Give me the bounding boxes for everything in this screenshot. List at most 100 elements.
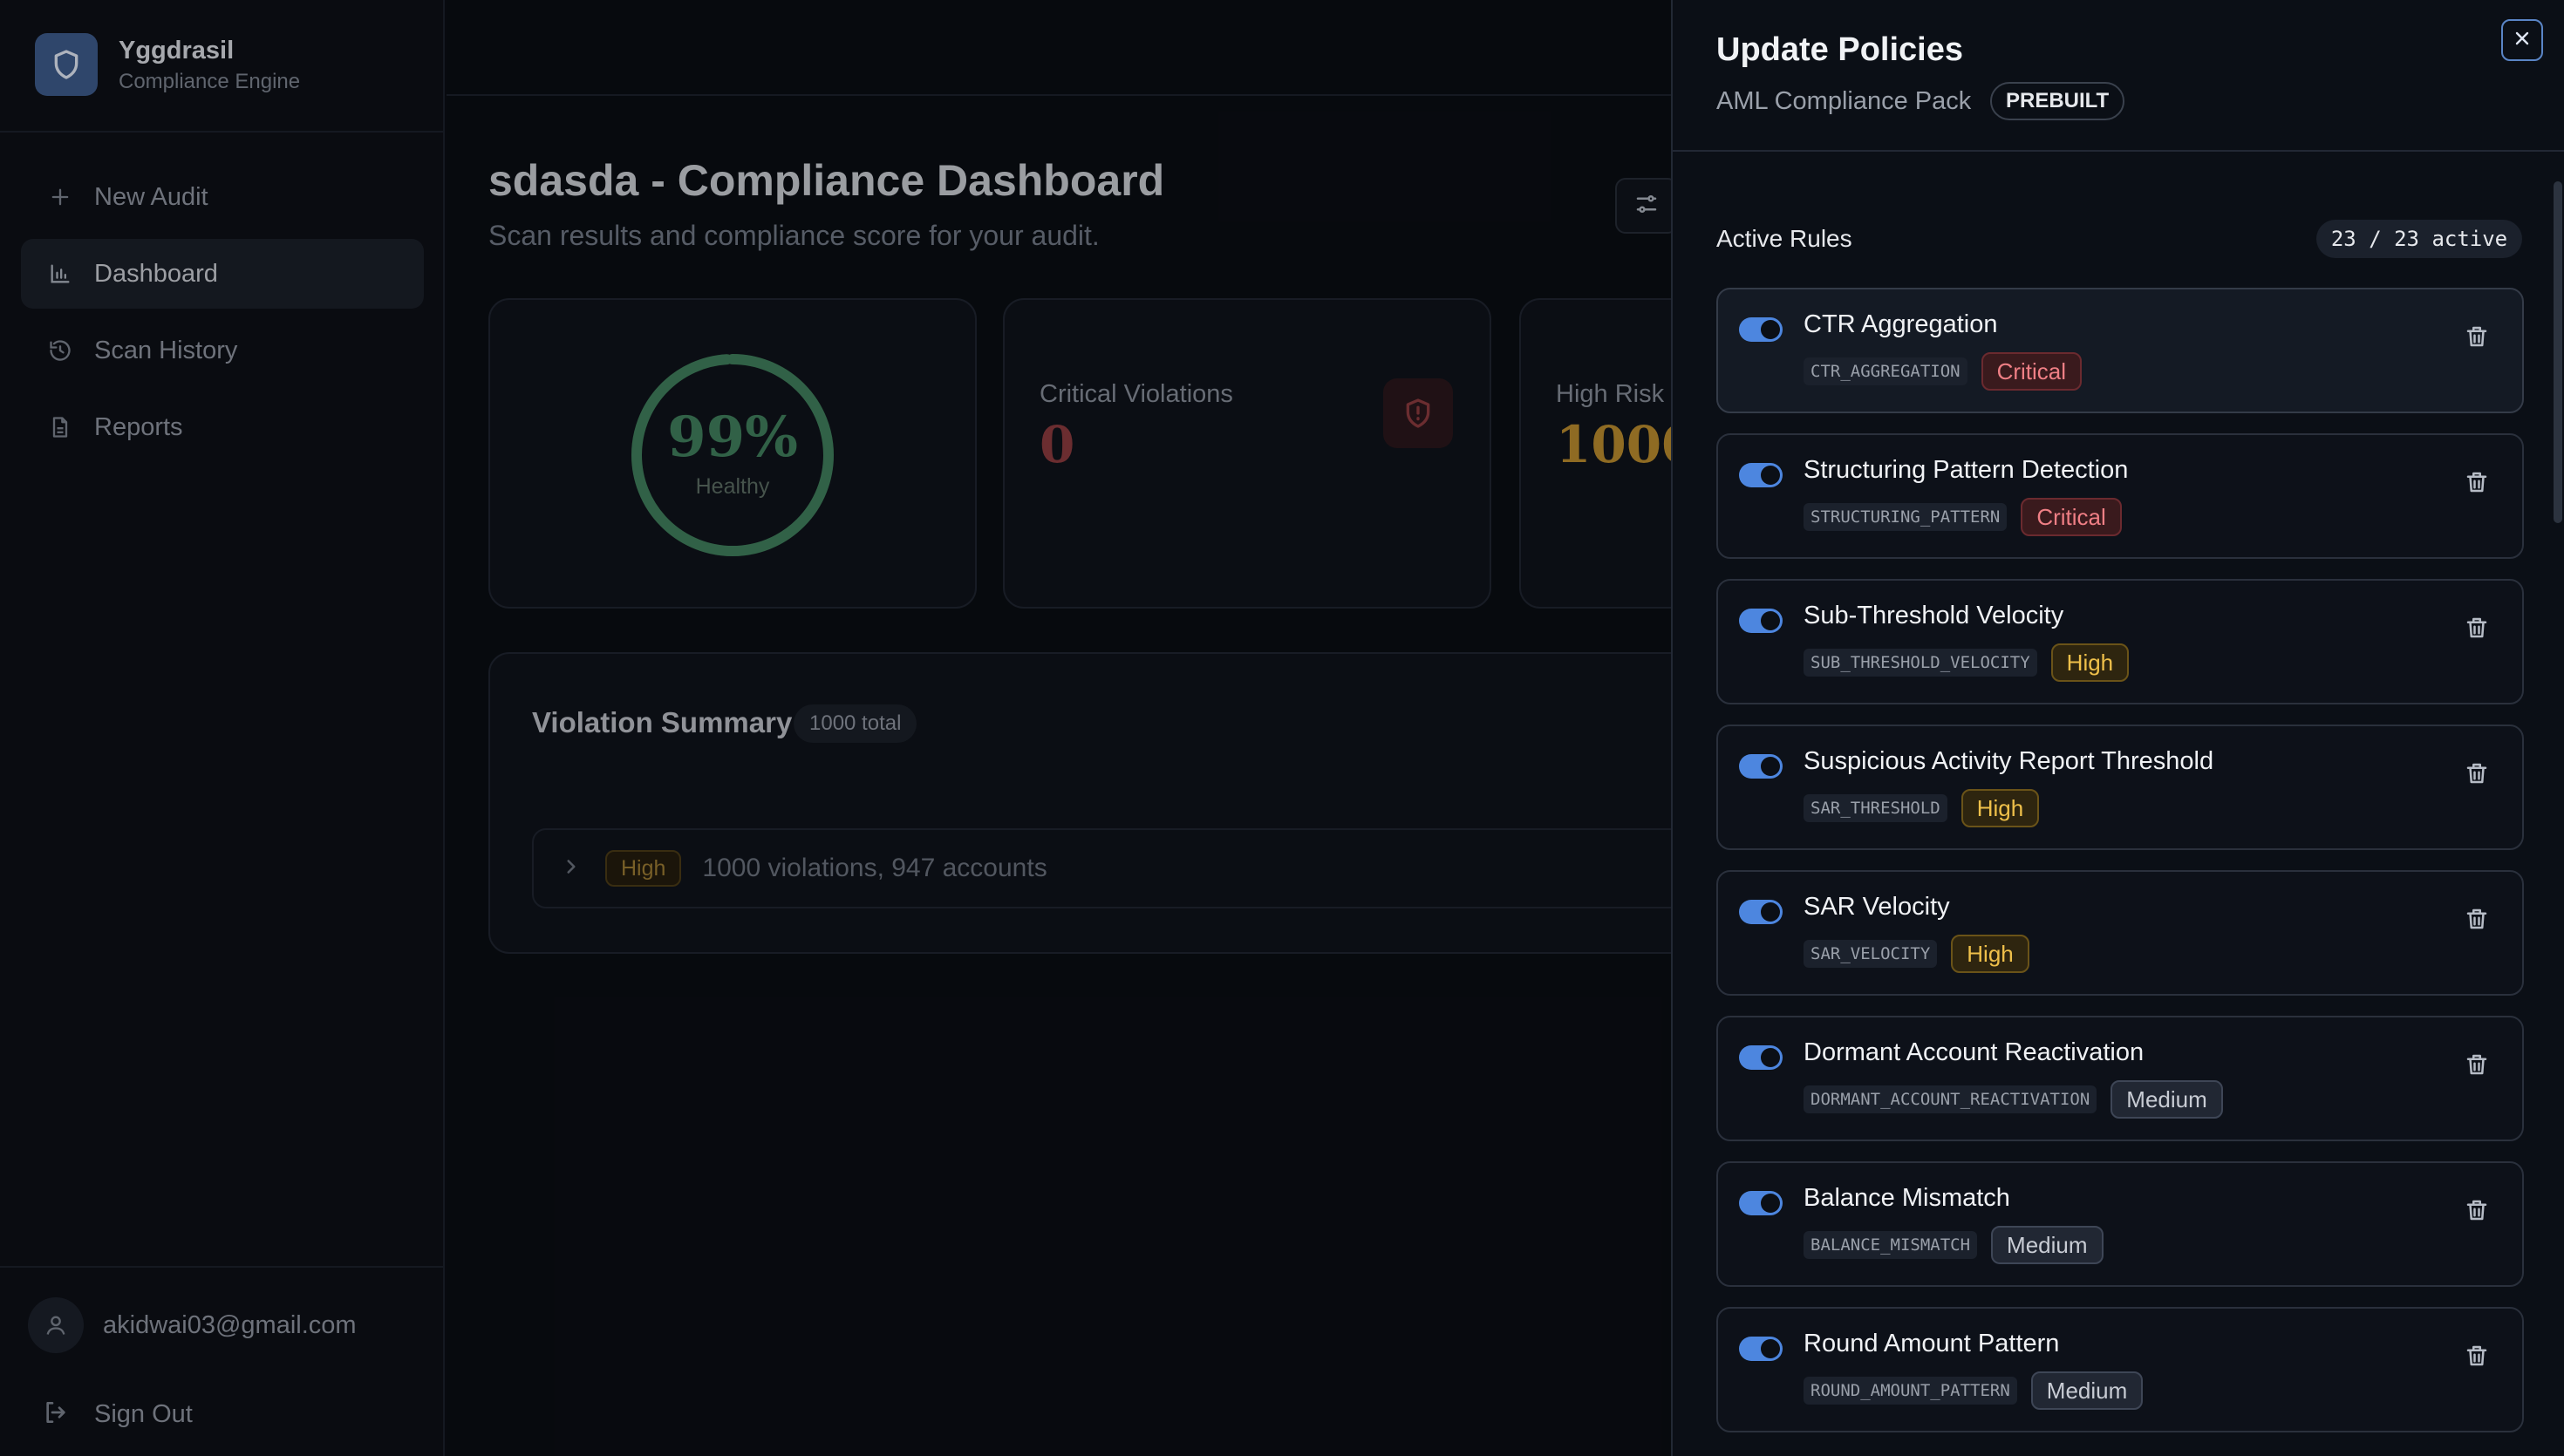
critical-violations-card: Critical Violations 0 — [1003, 298, 1491, 609]
rule-name: Round Amount Pattern — [1804, 1330, 2060, 1357]
sign-out-button[interactable]: Sign Out — [42, 1398, 193, 1431]
delete-rule-button[interactable] — [2461, 468, 2492, 500]
severity-badge: Critical — [2021, 498, 2122, 536]
delete-rule-button[interactable] — [2461, 759, 2492, 791]
critical-violations-label: Critical Violations — [1040, 380, 1233, 408]
violation-group-text: 1000 violations, 947 accounts — [702, 854, 1047, 882]
rule-item: Dormant Account Reactivation DORMANT_ACC… — [1716, 1016, 2524, 1141]
rule-meta: SUB_THRESHOLD_VELOCITY High — [1804, 643, 2130, 682]
rule-name: Sub-Threshold Velocity — [1804, 602, 2064, 629]
brand-name: Yggdrasil — [119, 37, 235, 65]
trash-icon — [2464, 906, 2490, 936]
rule-code: CTR_AGGREGATION — [1804, 357, 1967, 385]
rule-meta: CTR_AGGREGATION Critical — [1804, 352, 2083, 391]
sidebar-item-new-audit[interactable]: New Audit — [21, 162, 424, 232]
score-label: Healthy — [695, 474, 770, 499]
rule-toggle[interactable] — [1739, 317, 1783, 342]
severity-badge: High — [2050, 643, 2130, 682]
bar-chart-icon — [45, 259, 75, 289]
sidebar-item-scan-history[interactable]: Scan History — [21, 316, 424, 385]
filter-button[interactable] — [1615, 178, 1678, 234]
rule-toggle[interactable] — [1739, 1191, 1783, 1215]
update-policies-drawer: Update Policies AML Compliance Pack PREB… — [1671, 0, 2564, 1456]
sidebar-item-label: Dashboard — [94, 259, 218, 288]
rule-toggle[interactable] — [1739, 463, 1783, 487]
rule-meta: BALANCE_MISMATCH Medium — [1804, 1226, 2104, 1264]
rule-code: SAR_THRESHOLD — [1804, 794, 1947, 822]
severity-badge: High — [605, 850, 682, 887]
close-icon — [2512, 28, 2533, 53]
rule-meta: ROUND_AMOUNT_PATTERN Medium — [1804, 1371, 2144, 1410]
sliders-icon — [1633, 191, 1660, 221]
severity-badge: Medium — [2030, 1371, 2144, 1410]
sidebar-item-reports[interactable]: Reports — [21, 392, 424, 462]
brand-subtitle: Compliance Engine — [119, 70, 301, 93]
drawer-title: Update Policies — [1716, 31, 1963, 68]
trash-icon — [2464, 1197, 2490, 1228]
close-button[interactable] — [2501, 19, 2543, 61]
delete-rule-button[interactable] — [2461, 905, 2492, 936]
rule-meta: STRUCTURING_PATTERN Critical — [1804, 498, 2122, 536]
violation-summary: Violation Summary 1000 total High 1000 v… — [488, 652, 1718, 954]
chevron-right-icon — [560, 855, 583, 882]
user-info: akidwai03@gmail.com — [28, 1297, 357, 1353]
rule-code: DORMANT_ACCOUNT_REACTIVATION — [1804, 1085, 2097, 1113]
rule-toggle[interactable] — [1739, 609, 1783, 633]
scrollbar-thumb[interactable] — [2554, 181, 2562, 523]
logout-icon — [42, 1398, 70, 1431]
rule-item: Round Amount Pattern ROUND_AMOUNT_PATTER… — [1716, 1307, 2524, 1432]
critical-violations-value: 0 — [1040, 415, 1075, 474]
rule-code: ROUND_AMOUNT_PATTERN — [1804, 1377, 2017, 1405]
rule-item: SAR Velocity SAR_VELOCITY High — [1716, 870, 2524, 996]
rule-item: Structuring Pattern Detection STRUCTURIN… — [1716, 433, 2524, 559]
rule-toggle[interactable] — [1739, 900, 1783, 924]
rule-code: BALANCE_MISMATCH — [1804, 1231, 1978, 1259]
history-icon — [45, 336, 75, 365]
toggle-knob — [1761, 1194, 1780, 1213]
sidebar-footer: akidwai03@gmail.com Sign Out — [0, 1266, 443, 1456]
delete-rule-button[interactable] — [2461, 323, 2492, 354]
rule-meta: SAR_VELOCITY High — [1804, 935, 2029, 973]
shield-alert-icon — [1383, 378, 1453, 448]
page-title: sdasda - Compliance Dashboard — [488, 156, 1165, 205]
rule-list: CTR Aggregation CTR_AGGREGATION Critical… — [1716, 288, 2524, 1453]
delete-rule-button[interactable] — [2461, 614, 2492, 645]
trash-icon — [2464, 1051, 2490, 1082]
toggle-knob — [1761, 611, 1780, 630]
violation-summary-title: Violation Summary — [532, 706, 793, 738]
rule-code: SUB_THRESHOLD_VELOCITY — [1804, 649, 2037, 677]
rule-code: STRUCTURING_PATTERN — [1804, 503, 2008, 531]
policy-pack-name: AML Compliance Pack — [1716, 87, 1972, 115]
violation-group-row[interactable]: High 1000 violations, 947 accounts — [532, 828, 1718, 908]
severity-badge: High — [1951, 935, 2029, 973]
sidebar-nav: New Audit Dashboard Scan History Reports — [21, 162, 424, 469]
sidebar-item-label: Scan History — [94, 336, 238, 364]
rule-name: Balance Mismatch — [1804, 1184, 2010, 1212]
toggle-knob — [1761, 757, 1780, 776]
rule-toggle[interactable] — [1739, 1337, 1783, 1361]
prebuilt-tag: PREBUILT — [1990, 82, 2125, 120]
rule-toggle[interactable] — [1739, 1045, 1783, 1070]
rule-meta: DORMANT_ACCOUNT_REACTIVATION Medium — [1804, 1080, 2223, 1119]
trash-icon — [2464, 615, 2490, 645]
toggle-knob — [1761, 466, 1780, 485]
sign-out-label: Sign Out — [94, 1400, 193, 1428]
toggle-knob — [1761, 1048, 1780, 1067]
compliance-score-card: 99% Healthy — [488, 298, 977, 609]
rule-name: Structuring Pattern Detection — [1804, 456, 2129, 484]
toggle-knob — [1761, 320, 1780, 339]
severity-badge: High — [1961, 789, 2040, 827]
file-icon — [45, 412, 75, 442]
active-rules-heading: Active Rules — [1716, 225, 1852, 252]
rule-meta: SAR_THRESHOLD High — [1804, 789, 2040, 827]
brand: Yggdrasil Compliance Engine — [0, 0, 443, 133]
toggle-knob — [1761, 902, 1780, 922]
high-risk-label: High Risk — [1556, 380, 1665, 408]
delete-rule-button[interactable] — [2461, 1342, 2492, 1373]
sidebar-item-dashboard[interactable]: Dashboard — [21, 239, 424, 309]
delete-rule-button[interactable] — [2461, 1196, 2492, 1228]
rule-name: CTR Aggregation — [1804, 310, 1998, 338]
delete-rule-button[interactable] — [2461, 1051, 2492, 1082]
rule-item: CTR Aggregation CTR_AGGREGATION Critical — [1716, 288, 2524, 413]
rule-toggle[interactable] — [1739, 754, 1783, 779]
